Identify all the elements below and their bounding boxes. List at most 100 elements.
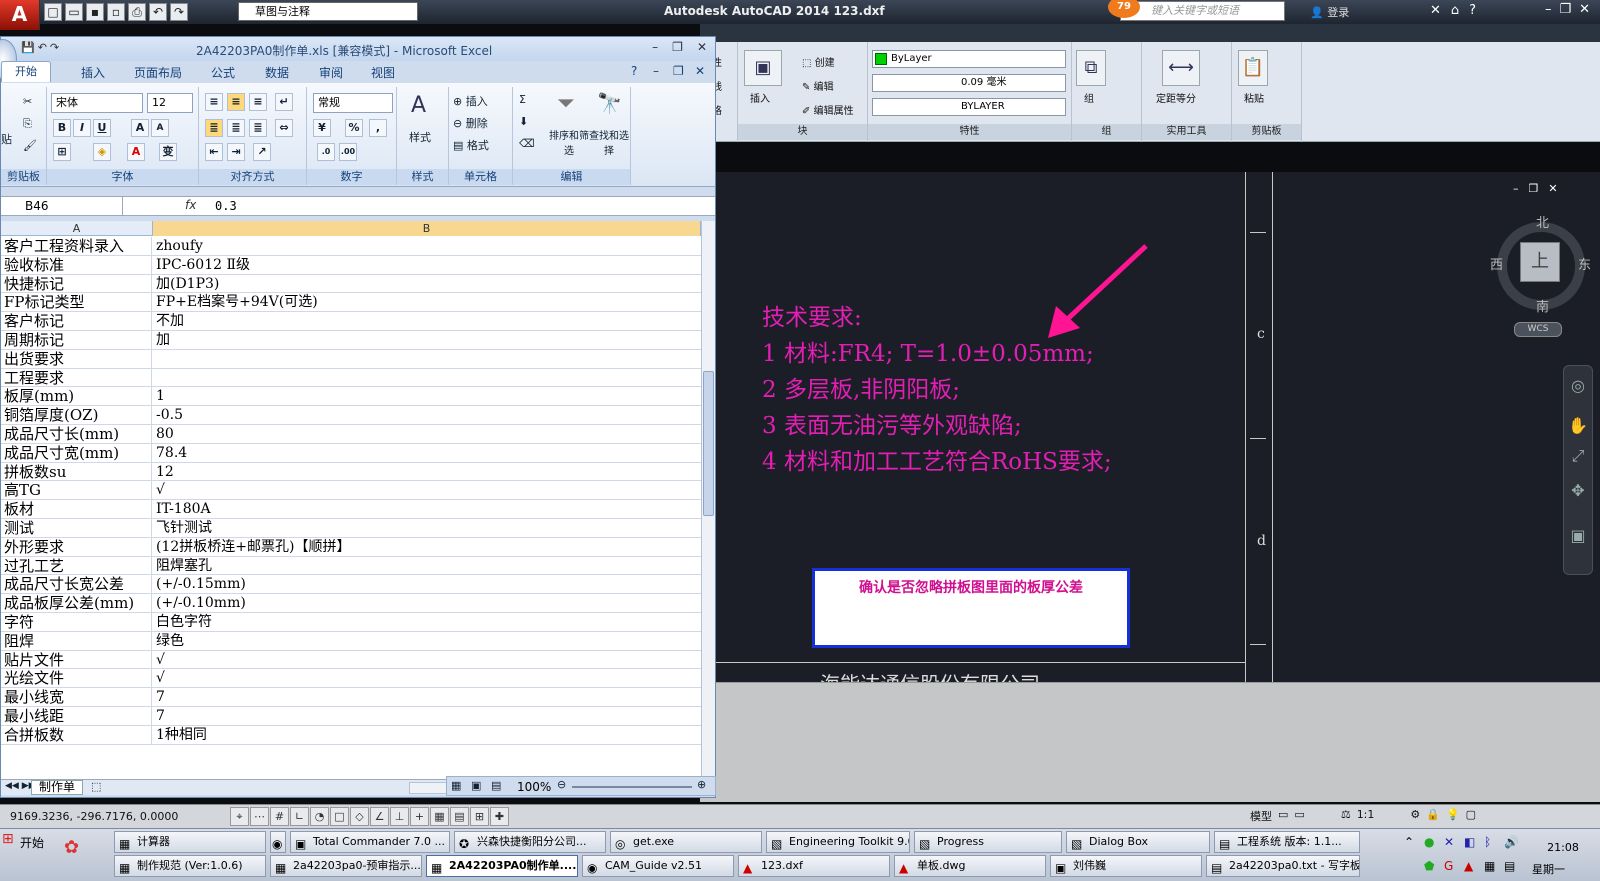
cell-a[interactable]: 测试 <box>1 518 152 538</box>
dynamic-ucs-icon[interactable]: ⊥ <box>390 807 409 826</box>
cell-a[interactable]: 客户工程资料录入 <box>1 237 152 256</box>
volume-icon[interactable]: 🔊 <box>1504 835 1519 849</box>
vertical-scroll-thumb[interactable] <box>703 371 714 516</box>
increase-indent-icon[interactable]: ⇥ <box>227 143 245 161</box>
font-name-combo[interactable]: 宋体 <box>51 93 143 113</box>
excel-minimize-icon[interactable]: – <box>652 40 658 54</box>
autosum-icon[interactable]: Σ <box>519 93 526 106</box>
orientation-icon[interactable]: ↗ <box>253 143 271 161</box>
align-left-icon[interactable]: ≣ <box>205 119 223 137</box>
page-layout-view-icon[interactable]: ▣ <box>471 779 481 792</box>
worksheet-grid[interactable]: A B 客户工程资料录入 zhoufy 验收标准 IPC-6012 Ⅱ级 快捷标记加… <box>1 221 701 779</box>
excel-save-icon[interactable]: 💾 <box>21 41 35 54</box>
sort-filter-label[interactable]: 排序和筛选 <box>549 127 589 157</box>
lineweight-toggle-icon[interactable]: ▦ <box>430 807 449 826</box>
column-header-b[interactable]: B <box>153 221 701 236</box>
styles-button-label[interactable]: 样式 <box>409 129 431 145</box>
decrease-indent-icon[interactable]: ⇤ <box>205 143 223 161</box>
align-bottom-icon[interactable]: ≡ <box>249 93 267 111</box>
cell-b[interactable]: -0.5 <box>153 406 701 425</box>
cell-b[interactable]: FP+E档案号+94V(可选) <box>153 293 701 312</box>
infer-constraints-icon[interactable]: ⌖ <box>230 807 249 826</box>
print-icon[interactable]: ⎙ <box>128 3 146 21</box>
polar-tracking-icon[interactable]: ◔ <box>310 807 329 826</box>
isolate-objects-icon[interactable]: 💡 <box>1446 808 1460 824</box>
fill-color-icon[interactable]: ◈ <box>93 143 111 161</box>
wcs-menu[interactable]: WCS <box>1514 322 1562 337</box>
transparency-icon[interactable]: ▤ <box>450 807 469 826</box>
close-icon[interactable]: ✕ <box>1579 2 1590 17</box>
sheet-tab-active[interactable]: 制作单 <box>31 780 83 795</box>
bluetooth-icon[interactable]: ᛒ <box>1484 835 1491 849</box>
cell-a[interactable]: 快捷标记 <box>1 274 152 294</box>
copy-icon[interactable]: ⎘ <box>23 117 32 131</box>
taskbar-item[interactable]: ▣ Total Commander 7.0 ... <box>290 831 450 853</box>
open-file-icon[interactable]: ▭ <box>65 3 83 21</box>
align-top-icon[interactable]: ≡ <box>205 93 223 111</box>
quick-view-layouts-icon[interactable]: ▭ <box>1278 808 1288 824</box>
lineweight-selector[interactable]: 0.09 毫米 <box>872 74 1066 92</box>
edit-attributes-button[interactable]: ✐ 编辑属性 <box>802 102 854 117</box>
edit-block-button[interactable]: ✎ 编辑 <box>802 78 834 93</box>
cell-b[interactable]: 绿色 <box>153 632 701 651</box>
align-center-icon[interactable]: ≣ <box>227 119 245 137</box>
cell-a[interactable]: 周期标记 <box>1 330 152 350</box>
model-space-button[interactable]: 模型 <box>1250 808 1272 824</box>
tray-app-icon[interactable]: ● <box>1424 835 1434 849</box>
taskbar-item[interactable]: ▧ Engineering Toolkit 9.0... <box>766 831 910 853</box>
viewcube[interactable]: 北 南 东 西 上 <box>1488 210 1598 330</box>
normal-view-icon[interactable]: ▦ <box>451 779 461 792</box>
start-button[interactable]: 开始 <box>0 831 52 855</box>
grid-display-icon[interactable]: # <box>270 807 289 826</box>
orbit-icon[interactable]: ✥ <box>1568 481 1588 500</box>
tray-app-icon[interactable]: G <box>1444 859 1453 873</box>
cell-a[interactable]: 合拼板数 <box>1 725 152 745</box>
cell-a[interactable]: 光绘文件 <box>1 669 152 689</box>
bold-icon[interactable]: B <box>53 119 71 137</box>
cell-a[interactable]: 客户标记 <box>1 312 152 331</box>
restore-icon[interactable]: ❐ <box>1560 2 1572 17</box>
new-file-icon[interactable]: □ <box>44 3 62 21</box>
increase-decimal-icon[interactable]: .0 <box>317 143 335 161</box>
clean-screen-icon[interactable]: ▢ <box>1466 808 1476 824</box>
taskbar-item[interactable]: ◉ CAM_Guide v2.51 <box>582 855 734 877</box>
formula-input[interactable]: 0.3 <box>215 199 237 213</box>
cell-a[interactable]: 成品尺寸长(mm) <box>1 424 152 444</box>
taskbar-item[interactable]: ▤ 工程系统 版本: 1.1... <box>1214 831 1360 853</box>
insert-function-icon[interactable]: fx <box>185 198 196 212</box>
vertical-scrollbar[interactable] <box>701 221 715 779</box>
taskbar-item[interactable]: ▧ Progress <box>914 831 1062 853</box>
cell-b[interactable]: 7 <box>153 707 701 726</box>
cell-a[interactable]: 高TG <box>1 481 152 501</box>
wrap-text-icon[interactable]: ↵ <box>275 93 293 111</box>
cell-b[interactable]: 1种相同 <box>153 726 701 745</box>
cell-b[interactable]: IT-180A <box>153 500 701 519</box>
number-format-combo[interactable]: 常规 <box>313 93 393 113</box>
lock-ui-icon[interactable]: 🔒 <box>1426 808 1440 824</box>
taskbar-clock[interactable]: 21:08 <box>1538 841 1588 854</box>
cell-a[interactable]: 最小线距 <box>1 706 152 726</box>
decrease-decimal-icon[interactable]: .00 <box>339 143 357 161</box>
cell-b[interactable]: 12 <box>153 463 701 482</box>
grow-font-icon[interactable]: A <box>131 119 149 137</box>
cell-a[interactable]: 板材 <box>1 500 152 519</box>
zoom-out-icon[interactable]: ⊖ <box>557 778 566 791</box>
undo-icon[interactable]: ↶ <box>149 3 167 21</box>
taskbar-item[interactable]: ▲ 123.dxf <box>738 855 890 877</box>
cell-b[interactable]: √ <box>153 481 701 500</box>
cell-b[interactable]: 飞针测试 <box>153 519 701 538</box>
linetype-selector[interactable]: BYLAYER <box>872 98 1066 116</box>
align-middle-icon[interactable]: ≡ <box>227 93 245 111</box>
borders-icon[interactable]: ⊞ <box>53 143 71 161</box>
workspace-switch-icon[interactable]: ⚙ <box>1410 808 1420 824</box>
excel-close-icon[interactable]: ✕ <box>697 40 707 54</box>
paste-label[interactable]: 贴 <box>1 131 12 147</box>
cell-a[interactable]: 最小线宽 <box>1 688 152 707</box>
3d-object-snap-icon[interactable]: ◇ <box>350 807 369 826</box>
sort-filter-icon[interactable]: ⏷ <box>557 91 575 116</box>
styles-icon[interactable]: A <box>411 93 426 118</box>
cell-a[interactable]: 阻焊 <box>1 631 152 651</box>
viewcube-top-face[interactable]: 上 <box>1520 242 1560 282</box>
cell-a[interactable]: 外形要求 <box>1 537 152 557</box>
create-block-button[interactable]: ⬚ 创建 <box>802 54 835 69</box>
